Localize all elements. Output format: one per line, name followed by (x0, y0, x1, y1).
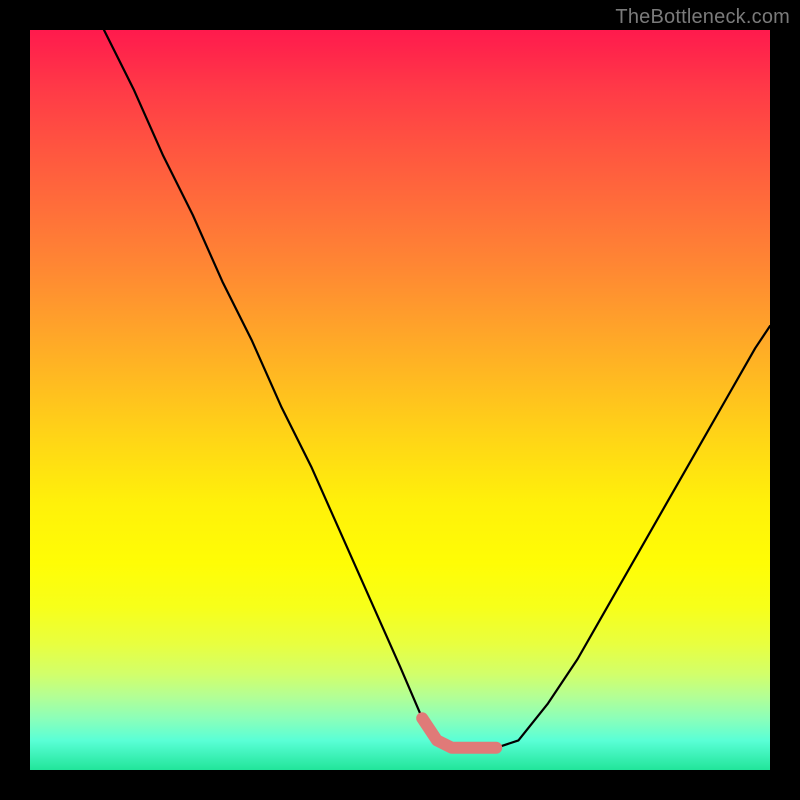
plot-area (30, 30, 770, 770)
chart-frame: TheBottleneck.com (0, 0, 800, 800)
curve-svg (30, 30, 770, 770)
watermark-text: TheBottleneck.com (615, 6, 790, 29)
highlight-segment (422, 718, 496, 748)
bottleneck-curve-path (104, 30, 770, 748)
